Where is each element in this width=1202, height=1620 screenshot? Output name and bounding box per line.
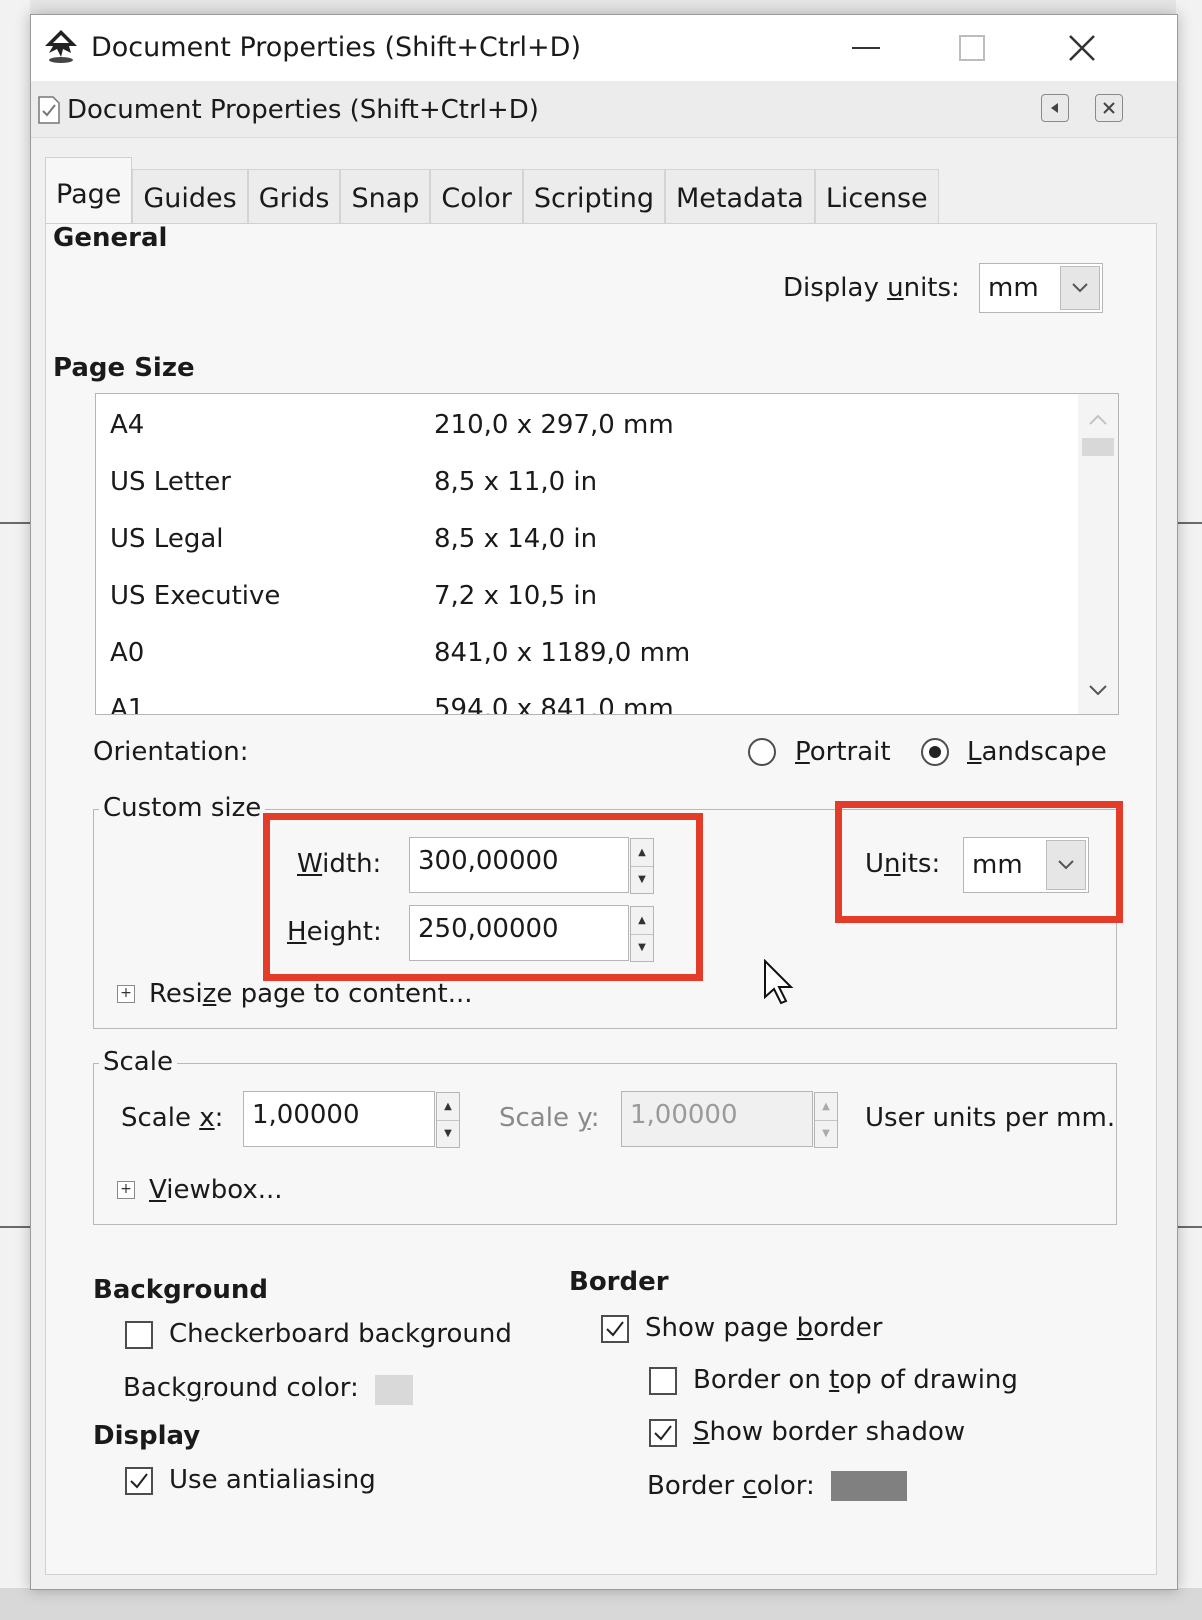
background-canvas-line (1176, 1226, 1202, 1228)
resize-page-expander[interactable]: Resize page to content... (149, 979, 473, 1009)
spin-down-icon: ▼ (815, 1119, 837, 1148)
dock-collapse-button[interactable] (1041, 94, 1069, 122)
expand-plus-icon[interactable]: + (117, 1181, 135, 1199)
tab-page[interactable]: Page (45, 157, 133, 228)
collapse-left-icon (1051, 103, 1058, 113)
list-scrollbar[interactable] (1078, 394, 1118, 714)
background-color-label: Background color: (123, 1373, 359, 1403)
custom-size-title: Custom size (99, 793, 266, 823)
tab-license[interactable]: License (814, 169, 939, 228)
dock-close-button[interactable] (1095, 94, 1123, 122)
tab-scripting[interactable]: Scripting (522, 169, 665, 228)
border-on-top-checkbox[interactable] (649, 1367, 677, 1395)
border-heading: Border (569, 1267, 669, 1297)
background-app-right (1176, 0, 1202, 1620)
maximize-icon (959, 35, 985, 61)
display-units-value: mm (988, 273, 1039, 303)
scale-y-stepper: ▲ ▼ (814, 1092, 838, 1148)
tab-grids[interactable]: Grids (247, 169, 341, 228)
background-app-bottom (0, 1588, 1202, 1620)
background-heading: Background (93, 1275, 268, 1305)
inkscape-icon (41, 27, 81, 67)
display-units-label: Display units: (783, 273, 960, 303)
landscape-label[interactable]: Landscape (967, 737, 1107, 767)
tab-metadata[interactable]: Metadata (664, 169, 815, 228)
window-title: Document Properties (Shift+Ctrl+D) (91, 32, 582, 63)
page-size-heading: Page Size (53, 353, 195, 383)
checkerboard-label[interactable]: Checkerboard background (169, 1319, 512, 1349)
scale-x-label: Scale x: (121, 1103, 224, 1133)
minimize-icon (852, 47, 880, 49)
display-units-select[interactable]: mm (979, 263, 1103, 313)
title-bar[interactable]: Document Properties (Shift+Ctrl+D) (31, 15, 1177, 81)
tab-color[interactable]: Color (430, 169, 523, 228)
highlight-width-height (263, 813, 703, 981)
antialiasing-label[interactable]: Use antialiasing (169, 1465, 376, 1495)
spin-up-icon: ▲ (822, 1100, 830, 1112)
maximize-button[interactable] (927, 15, 1017, 81)
background-app-left (0, 0, 30, 1620)
border-shadow-label[interactable]: Show border shadow (693, 1417, 965, 1447)
document-properties-window: Document Properties (Shift+Ctrl+D) Docum… (30, 14, 1178, 1590)
scale-x-stepper[interactable]: ▲ ▼ (436, 1092, 460, 1148)
background-canvas-line (0, 522, 30, 524)
border-color-label: Border color: (647, 1471, 815, 1501)
border-on-top-label[interactable]: Border on top of drawing (693, 1365, 1018, 1395)
page-size-list[interactable]: A4 210,0 x 297,0 mm US Letter 8,5 x 11,0 i… (95, 393, 1119, 715)
checkmark-icon (606, 1321, 624, 1337)
user-units-label: User units per mm. (865, 1103, 1116, 1133)
scale-y-label: Scale y: (499, 1103, 600, 1133)
dock-header: Document Properties (Shift+Ctrl+D) (31, 81, 1177, 138)
orientation-label: Orientation: (93, 737, 249, 767)
border-shadow-checkbox[interactable] (649, 1419, 677, 1447)
viewbox-expander[interactable]: Viewbox... (149, 1175, 283, 1205)
checkmark-icon (654, 1425, 672, 1441)
antialiasing-checkbox[interactable] (125, 1467, 153, 1495)
spin-up-icon: ▲ (444, 1100, 452, 1112)
dock-title: Document Properties (Shift+Ctrl+D) (67, 95, 539, 125)
highlight-units (835, 801, 1123, 923)
portrait-label[interactable]: Portrait (795, 737, 891, 767)
spin-down-icon: ▼ (437, 1119, 459, 1148)
tab-bar: Page Guides Grids Snap Color Scripting M… (45, 157, 939, 229)
general-heading: General (53, 223, 168, 253)
scale-title: Scale (99, 1047, 177, 1077)
display-heading: Display (93, 1421, 201, 1451)
landscape-radio[interactable] (921, 738, 949, 766)
tab-snap[interactable]: Snap (340, 169, 431, 228)
close-icon (1069, 35, 1095, 61)
portrait-radio[interactable] (748, 738, 776, 766)
checkerboard-checkbox[interactable] (125, 1321, 153, 1349)
chevron-down-icon (1060, 266, 1100, 310)
scale-y-input: 1,00000 ▲ ▼ (621, 1091, 838, 1148)
border-color-swatch[interactable] (831, 1471, 907, 1501)
show-border-checkbox[interactable] (601, 1315, 629, 1343)
document-icon (37, 95, 61, 125)
show-border-label[interactable]: Show page border (645, 1313, 882, 1343)
expand-plus-icon[interactable]: + (117, 985, 135, 1003)
scrollbar-arrows-icon (1082, 414, 1114, 696)
checkmark-icon (130, 1473, 148, 1489)
close-button[interactable] (1037, 15, 1127, 81)
close-icon (1103, 102, 1115, 114)
scale-x-input[interactable]: 1,00000 ▲ ▼ (243, 1091, 460, 1148)
background-canvas-line (1176, 522, 1202, 524)
minimize-button[interactable] (821, 15, 911, 81)
background-canvas-line (0, 1226, 30, 1228)
background-color-swatch[interactable] (375, 1375, 413, 1405)
mouse-cursor-icon (763, 958, 795, 1011)
tab-guides[interactable]: Guides (132, 169, 248, 228)
